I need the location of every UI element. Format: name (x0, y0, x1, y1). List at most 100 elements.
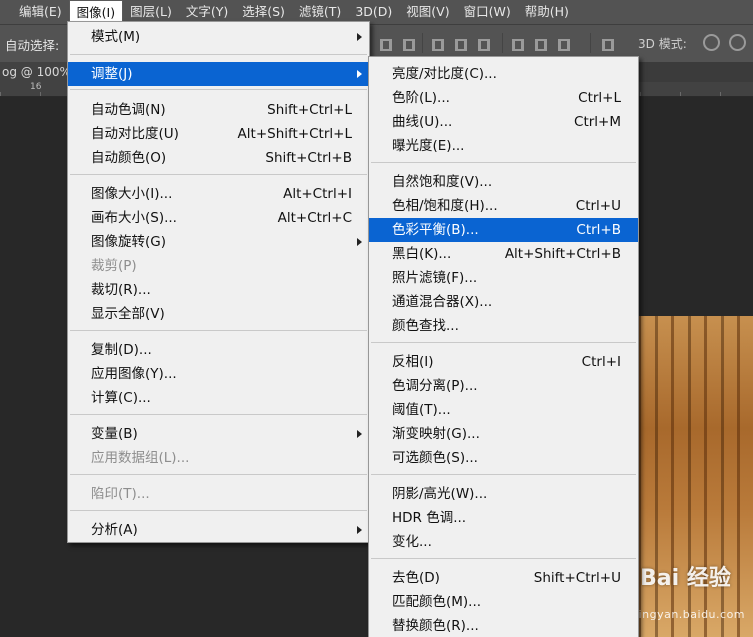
menu-item-label: 反相(I) (392, 354, 434, 370)
menu-item[interactable]: 去色(D) Shift+Ctrl+U (369, 566, 638, 590)
menu-item-label: 去色(D) (392, 570, 440, 586)
distribute-top-icon[interactable] (430, 35, 446, 51)
menu-item-label: 自动色调(N) (91, 102, 166, 118)
menu-item-label: 照片滤镜(F)... (392, 270, 478, 286)
menu-item-label: 自然饱和度(V)... (392, 174, 493, 190)
menu-item[interactable]: 色调分离(P)... (369, 374, 638, 398)
menu-item-label: 颜色查找... (392, 318, 459, 334)
menu-item-label: 自动对比度(U) (91, 126, 179, 142)
menu-item-label: 可选颜色(S)... (392, 450, 478, 466)
menu-separator (371, 474, 636, 475)
menu-item[interactable]: 亮度/对比度(C)... (369, 62, 638, 86)
menu-item[interactable]: 复制(D)... (68, 338, 369, 362)
orbit-3d-icon[interactable] (703, 34, 720, 51)
distribute-right-icon[interactable] (556, 35, 572, 51)
menu-item[interactable]: 自动对比度(U) Alt+Shift+Ctrl+L (68, 122, 369, 146)
menu-item[interactable]: 分析(A) (68, 518, 369, 542)
document-tab[interactable]: og @ 100% ( (0, 62, 70, 82)
menu-item-label: 自动颜色(O) (91, 150, 167, 166)
menu-item[interactable]: 显示全部(V) (68, 302, 369, 326)
menu-item[interactable]: 图像大小(I)... Alt+Ctrl+I (68, 182, 369, 206)
menu-item-label: 黑白(K)... (392, 246, 452, 262)
menu-item[interactable]: 自动色调(N) Shift+Ctrl+L (68, 98, 369, 122)
menu-item-shortcut: Shift+Ctrl+B (265, 150, 352, 166)
menu-item[interactable]: 模式(M) (68, 25, 369, 49)
menu-item[interactable]: 反相(I) Ctrl+I (369, 350, 638, 374)
menubar-item[interactable]: 帮助(H) (518, 0, 576, 24)
menu-item[interactable]: 色彩平衡(B)... Ctrl+B (369, 218, 638, 242)
menu-item-label: 匹配颜色(M)... (392, 594, 482, 610)
watermark-logo: Bai 经验 (640, 566, 731, 591)
menu-item-label: 模式(M) (91, 29, 141, 45)
auto-align-layers-icon[interactable] (600, 35, 616, 51)
menu-item[interactable]: HDR 色调... (369, 506, 638, 530)
menu-item[interactable]: 调整(J) (68, 62, 369, 86)
menu-item[interactable]: 照片滤镜(F)... (369, 266, 638, 290)
menu-item[interactable]: 曲线(U)... Ctrl+M (369, 110, 638, 134)
menu-item-shortcut: Ctrl+M (574, 114, 621, 130)
menu-item: 应用数据组(L)... (68, 446, 369, 470)
menu-item[interactable]: 变量(B) (68, 422, 369, 446)
distribute-left-icon[interactable] (510, 35, 526, 51)
menu-item-label: 曲线(U)... (392, 114, 453, 130)
menu-item[interactable]: 色阶(L)... Ctrl+L (369, 86, 638, 110)
distribute-group-horizontal (510, 35, 572, 51)
distribute-bottom-icon[interactable] (476, 35, 492, 51)
menu-item-label: 渐变映射(G)... (392, 426, 480, 442)
menu-item[interactable]: 替换颜色(R)... (369, 614, 638, 637)
menu-item-shortcut: Ctrl+L (578, 90, 621, 106)
submenu-arrow-icon (357, 238, 362, 246)
divider (502, 33, 503, 53)
align-bottom-icon[interactable] (401, 35, 417, 51)
submenu-arrow-icon (357, 526, 362, 534)
menu-item-shortcut: Shift+Ctrl+U (533, 570, 621, 586)
menu-item-label: 变化... (392, 534, 432, 550)
menu-item[interactable]: 图像旋转(G) (68, 230, 369, 254)
menu-item[interactable]: 可选颜色(S)... (369, 446, 638, 470)
menu-item-label: 复制(D)... (91, 342, 152, 358)
menubar-item[interactable]: 视图(V) (399, 0, 456, 24)
distribute-group-vertical (430, 35, 492, 51)
menu-item[interactable]: 曝光度(E)... (369, 134, 638, 158)
align-top-icon[interactable] (378, 35, 394, 51)
distribute-middle-icon[interactable] (453, 35, 469, 51)
watermark-url: jingyan.baidu.com (635, 608, 746, 621)
menu-item[interactable]: 黑白(K)... Alt+Shift+Ctrl+B (369, 242, 638, 266)
menu-item[interactable]: 色相/饱和度(H)... Ctrl+U (369, 194, 638, 218)
menu-item[interactable]: 渐变映射(G)... (369, 422, 638, 446)
menu-item[interactable]: 阈值(T)... (369, 398, 638, 422)
menu-item-label: 变量(B) (91, 426, 138, 442)
menubar-item[interactable]: 编辑(E) (0, 0, 69, 24)
menu-item-shortcut: Alt+Shift+Ctrl+B (504, 246, 621, 262)
auto-select-label: 自动选择: (5, 38, 60, 53)
menubar-item[interactable]: 窗口(W) (457, 0, 518, 24)
menu-item[interactable]: 颜色查找... (369, 314, 638, 338)
menu-separator (70, 89, 367, 90)
menu-item-label: 裁剪(P) (91, 258, 137, 274)
menu-item[interactable]: 画布大小(S)... Alt+Ctrl+C (68, 206, 369, 230)
menu-item[interactable]: 应用图像(Y)... (68, 362, 369, 386)
mode-3d-label: 3D 模式: (638, 37, 687, 51)
menu-item[interactable]: 变化... (369, 530, 638, 554)
image-menu: 模式(M) 调整(J) 自动色调(N) Shift+Ctrl+L 自动对比度(U) Alt… (67, 21, 370, 543)
menu-item-label: 曝光度(E)... (392, 138, 465, 154)
menu-separator (70, 510, 367, 511)
menu-item[interactable]: 裁切(R)... (68, 278, 369, 302)
divider (590, 33, 591, 53)
menu-item-label: 显示全部(V) (91, 306, 165, 322)
menu-item-label: 亮度/对比度(C)... (392, 66, 497, 82)
menu-item-label: 图像旋转(G) (91, 234, 166, 250)
menu-item[interactable]: 自然饱和度(V)... (369, 170, 638, 194)
menu-item-label: 应用数据组(L)... (91, 450, 190, 466)
menu-item[interactable]: 计算(C)... (68, 386, 369, 410)
adjustments-submenu: 亮度/对比度(C)... 色阶(L)... Ctrl+L 曲线(U)... Ctrl+M… (368, 56, 639, 637)
menu-item[interactable]: 自动颜色(O) Shift+Ctrl+B (68, 146, 369, 170)
menu-item-shortcut: Alt+Shift+Ctrl+L (237, 126, 352, 142)
submenu-arrow-icon (357, 70, 362, 78)
rotate-3d-icon[interactable] (729, 34, 746, 51)
distribute-center-icon[interactable] (533, 35, 549, 51)
menu-item[interactable]: 阴影/高光(W)... (369, 482, 638, 506)
menu-item[interactable]: 匹配颜色(M)... (369, 590, 638, 614)
menu-item-label: 色彩平衡(B)... (392, 222, 479, 238)
menu-item[interactable]: 通道混合器(X)... (369, 290, 638, 314)
